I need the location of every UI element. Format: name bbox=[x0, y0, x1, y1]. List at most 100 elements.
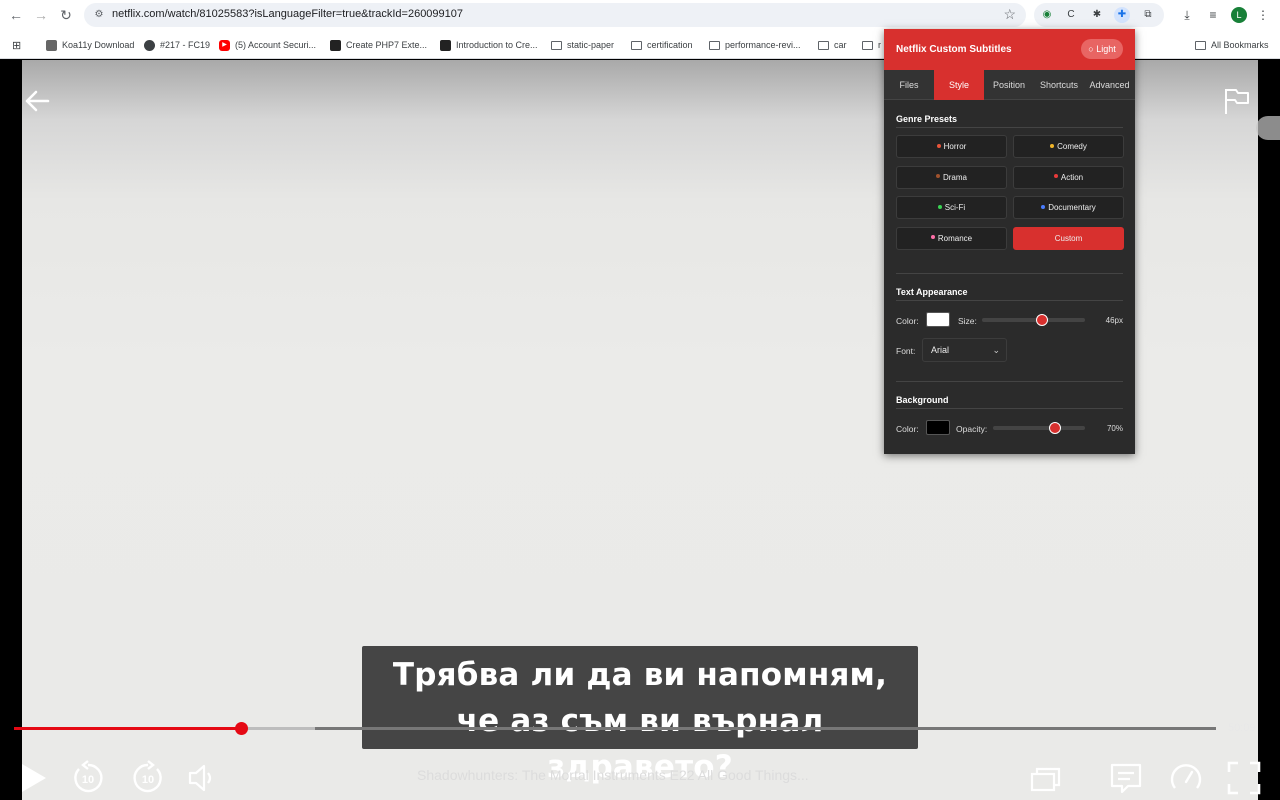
media-control-icon[interactable]: ≡ bbox=[1204, 6, 1222, 24]
extensions-menu-icon[interactable]: ⧉ bbox=[1140, 7, 1156, 23]
skip-forward-10-icon[interactable]: 10 bbox=[130, 760, 166, 796]
bookmark-label: Introduction to Cre... bbox=[456, 40, 538, 50]
bookmark-item[interactable]: static-paper bbox=[551, 38, 614, 52]
extension-puzzle-active-icon[interactable]: ✚ bbox=[1114, 7, 1130, 23]
size-slider-handle[interactable] bbox=[1035, 314, 1048, 326]
subtitles-audio-icon[interactable] bbox=[1108, 760, 1144, 796]
preset-custom[interactable]: Custom bbox=[1013, 226, 1124, 250]
bookmark-item[interactable]: r bbox=[862, 38, 881, 52]
bookmark-item[interactable]: ▶ (5) Account Securi... bbox=[219, 38, 316, 52]
bookmark-label: Koa11y Download bbox=[62, 40, 135, 50]
opacity-value: 70% bbox=[1106, 424, 1123, 433]
favicon-icon bbox=[440, 39, 451, 51]
fullscreen-icon[interactable] bbox=[1226, 760, 1262, 796]
all-bookmarks-label: All Bookmarks bbox=[1211, 40, 1269, 50]
bookmark-item[interactable]: car bbox=[818, 38, 847, 52]
preset-romance[interactable]: Romance bbox=[896, 226, 1007, 250]
playback-speed-icon[interactable] bbox=[1168, 760, 1204, 796]
apps-grid-icon[interactable]: ⊞ bbox=[12, 38, 21, 52]
size-label: Size: bbox=[958, 316, 977, 326]
address-bar[interactable]: ⚙ netflix.com/watch/81025583?isLanguageF… bbox=[84, 3, 1026, 27]
divider bbox=[896, 381, 1123, 382]
tab-style[interactable]: Style bbox=[934, 70, 984, 100]
opacity-label: Opacity: bbox=[956, 424, 988, 434]
opacity-slider-handle[interactable] bbox=[1048, 422, 1061, 434]
bookmark-label: certification bbox=[647, 40, 693, 50]
light-theme-button[interactable]: ○ Light bbox=[1081, 39, 1123, 59]
preset-label: Custom bbox=[1054, 233, 1083, 243]
preset-dot-icon bbox=[1053, 174, 1058, 179]
preset-comedy[interactable]: Comedy bbox=[1013, 135, 1124, 158]
progress-bar[interactable] bbox=[14, 722, 1216, 735]
bookmark-item[interactable]: Introduction to Cre... bbox=[440, 38, 538, 52]
bookmark-item[interactable]: Create PHP7 Exte... bbox=[330, 38, 427, 52]
progress-played bbox=[14, 727, 242, 730]
preset-dot-icon bbox=[1041, 204, 1046, 209]
divider bbox=[896, 273, 1123, 274]
preset-label: Drama bbox=[942, 172, 967, 182]
extensions-group: ◉ C ✱ ✚ ⧉ bbox=[1034, 3, 1164, 27]
preset-dot-icon bbox=[937, 204, 942, 209]
bookmark-star-icon[interactable]: ☆ bbox=[1003, 6, 1016, 23]
preset-label: Documentary bbox=[1048, 203, 1096, 212]
preset-documentary[interactable]: Documentary bbox=[1013, 196, 1124, 219]
favicon-icon bbox=[46, 39, 57, 51]
divider bbox=[896, 408, 1123, 409]
text-color-swatch[interactable] bbox=[926, 312, 950, 327]
background-color-swatch[interactable] bbox=[926, 420, 950, 435]
browser-toolbar: ← → ↻ ⚙ netflix.com/watch/81025583?isLan… bbox=[0, 0, 1280, 30]
extension-grammarly-icon[interactable]: ◉ bbox=[1039, 7, 1055, 23]
extension-bug-icon[interactable]: ✱ bbox=[1089, 7, 1105, 23]
popup-header: Netflix Custom Subtitles ○ Light bbox=[884, 29, 1135, 70]
extension-code-icon[interactable]: C bbox=[1063, 7, 1079, 23]
all-bookmarks[interactable]: All Bookmarks bbox=[1195, 38, 1269, 52]
volume-icon[interactable] bbox=[184, 760, 220, 796]
bookmark-label: static-paper bbox=[567, 40, 615, 50]
bookmark-label: Create PHP7 Exte... bbox=[346, 40, 428, 50]
font-select-value: Arial bbox=[931, 345, 950, 355]
bookmark-label: performance-revi... bbox=[725, 40, 801, 50]
text-color-label: Color: bbox=[896, 316, 919, 326]
profile-avatar[interactable]: L bbox=[1231, 7, 1247, 23]
popup-tabs: Files Style Position Shortcuts Advanced bbox=[884, 70, 1135, 100]
preset-action[interactable]: Action bbox=[1013, 165, 1124, 189]
bookmark-label: car bbox=[834, 40, 847, 50]
preset-sci-fi[interactable]: Sci-Fi bbox=[896, 196, 1007, 219]
report-flag-icon[interactable] bbox=[1222, 86, 1252, 116]
episodes-icon[interactable] bbox=[1028, 760, 1064, 796]
folder-icon bbox=[818, 40, 829, 50]
tab-files[interactable]: Files bbox=[884, 70, 934, 100]
preset-dot-icon bbox=[935, 174, 940, 179]
popup-title: Netflix Custom Subtitles bbox=[896, 44, 1012, 55]
site-settings-icon[interactable]: ⚙ bbox=[92, 8, 106, 22]
bookmark-item[interactable]: #217 - FC19 bbox=[144, 38, 210, 52]
tab-shortcuts[interactable]: Shortcuts bbox=[1034, 70, 1084, 100]
bookmark-item[interactable]: Koa11y Download bbox=[46, 38, 134, 52]
bookmark-item[interactable]: certification bbox=[631, 38, 693, 52]
downloads-icon[interactable]: ⤓ bbox=[1178, 6, 1196, 24]
font-label: Font: bbox=[896, 346, 916, 356]
skip-back-10-icon[interactable]: 10 bbox=[70, 760, 106, 796]
favicon-icon: ▶ bbox=[219, 39, 230, 51]
tab-position[interactable]: Position bbox=[984, 70, 1034, 100]
size-slider[interactable] bbox=[982, 314, 1085, 326]
forward-nav-icon[interactable]: → bbox=[31, 5, 51, 25]
side-panel-tab[interactable] bbox=[1256, 116, 1280, 140]
folder-icon bbox=[709, 40, 720, 50]
url-text[interactable]: netflix.com/watch/81025583?isLanguageFil… bbox=[112, 8, 463, 20]
preset-drama[interactable]: Drama bbox=[896, 165, 1007, 189]
bookmark-item[interactable]: performance-revi... bbox=[709, 38, 801, 52]
background-title: Background bbox=[896, 395, 949, 405]
play-icon[interactable] bbox=[14, 760, 50, 796]
bookmark-label: (5) Account Securi... bbox=[235, 40, 317, 50]
browser-menu-icon[interactable]: ⋮ bbox=[1254, 6, 1272, 24]
back-nav-icon[interactable]: ← bbox=[6, 5, 26, 25]
text-appearance-title: Text Appearance bbox=[896, 287, 968, 297]
opacity-slider[interactable] bbox=[993, 422, 1085, 434]
skip-forward-label: 10 bbox=[142, 774, 154, 786]
tab-advanced[interactable]: Advanced bbox=[1084, 70, 1135, 100]
reload-icon[interactable]: ↻ bbox=[56, 5, 76, 25]
font-select[interactable]: Arial ⌄ bbox=[922, 338, 1007, 362]
back-arrow-icon[interactable] bbox=[22, 86, 52, 116]
preset-horror[interactable]: Horror bbox=[896, 135, 1007, 158]
